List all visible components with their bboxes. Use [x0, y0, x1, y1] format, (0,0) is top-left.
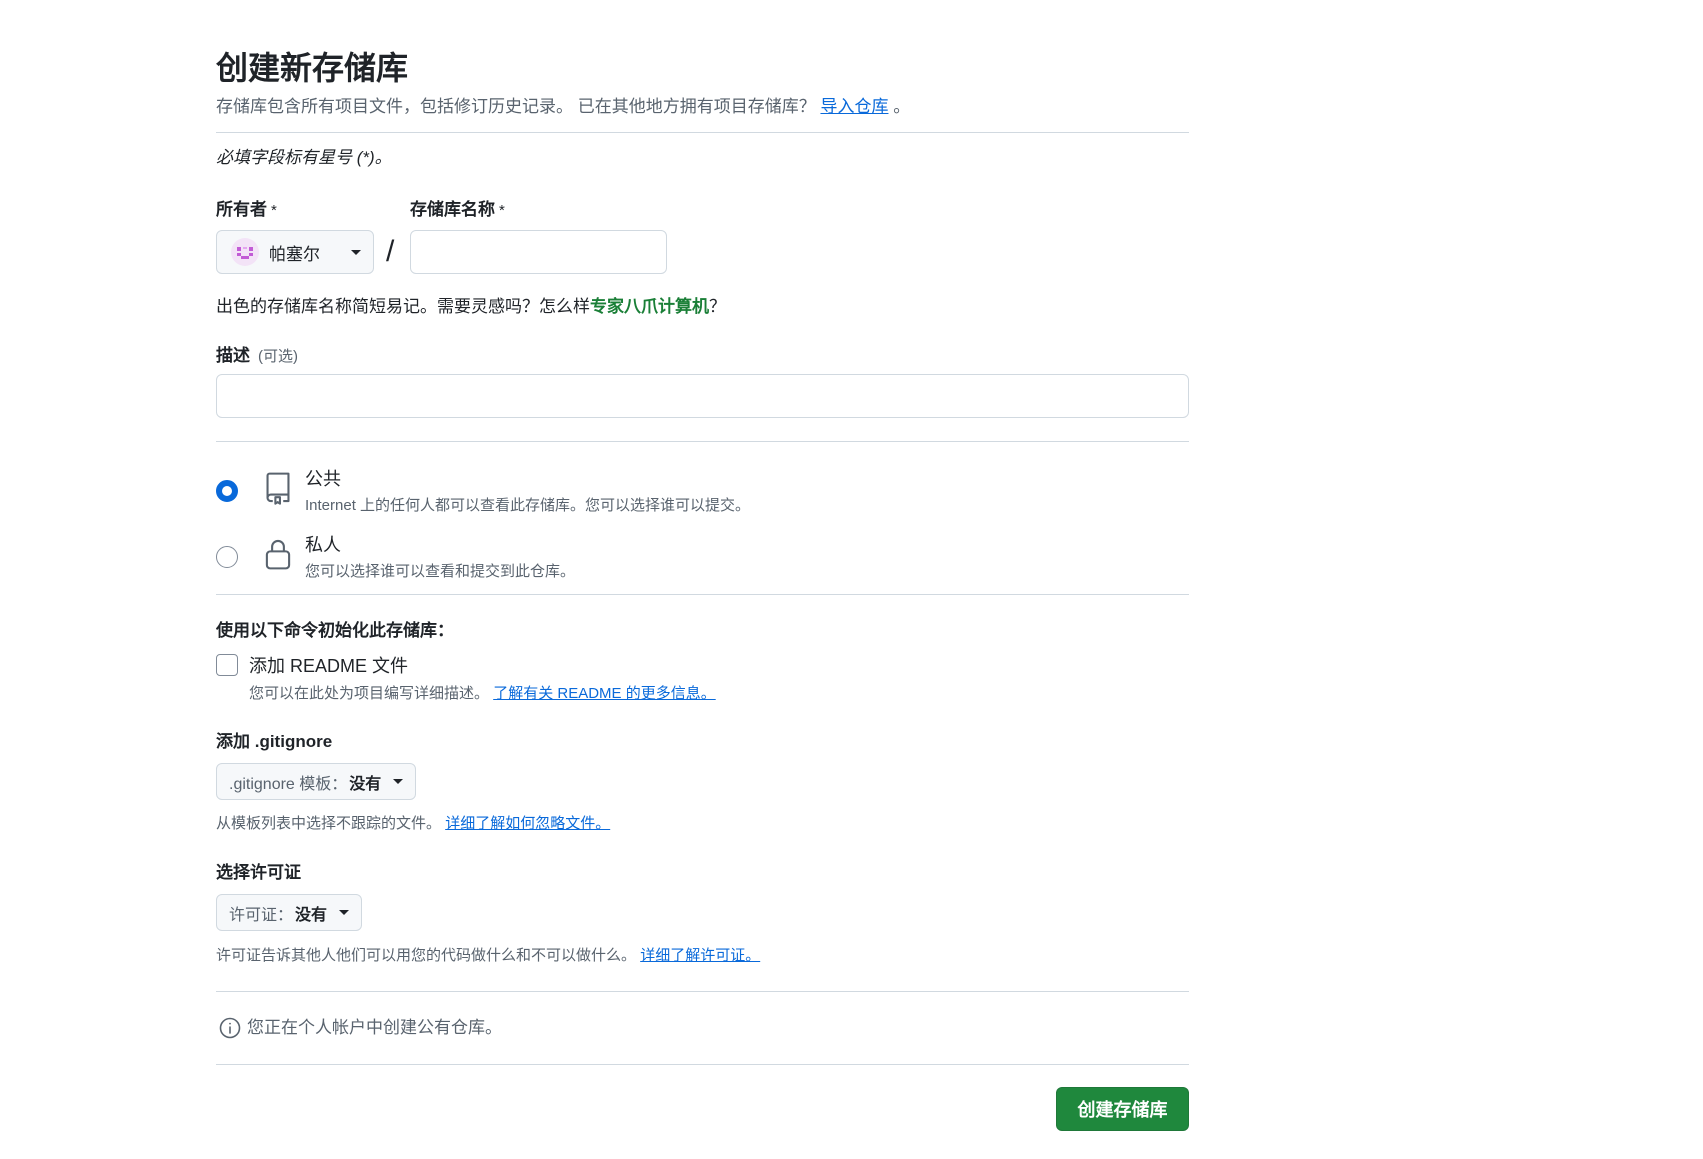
owner-value: 帕塞尔: [269, 244, 320, 264]
init-heading: 使用以下命令初始化此存储库：: [216, 621, 454, 640]
license-help: 许可证告诉其他人他们可以用您的代码做什么和不可以做什么。 详细了解许可证。: [216, 946, 760, 966]
divider: [216, 991, 1189, 992]
subtitle-end: 。: [893, 97, 911, 116]
create-repo-page: 创建新存储库 存储库包含所有项目文件，包括修订历史记录。 已在其他地方拥有项目存…: [0, 0, 1703, 1159]
visibility-private-label[interactable]: 私人: [305, 533, 341, 557]
license-prefix: 许可证：: [229, 906, 294, 924]
notice-text: 您正在个人帐户中创建公有仓库。: [247, 1018, 502, 1037]
gitignore-help-text: 从模板列表中选择不跟踪的文件。: [216, 815, 442, 832]
info-icon: [219, 1017, 241, 1039]
repo-name-hint: 出色的存储库名称简短易记。需要灵感吗？怎么样专家八爪计算机？: [216, 296, 726, 318]
description-label-text: 描述: [216, 346, 250, 365]
chevron-down-icon: [351, 249, 361, 255]
required-star: *: [271, 202, 277, 219]
gitignore-heading: 添加 .gitignore: [216, 732, 333, 751]
page-title: 创建新存储库: [216, 50, 409, 86]
readme-learn-more-link[interactable]: 了解有关 README 的更多信息。: [493, 685, 716, 702]
visibility-public-description: Internet 上的任何人都可以查看此存储库。您可以选择谁可以提交。: [305, 497, 751, 514]
visibility-public-label[interactable]: 公共: [305, 467, 341, 491]
gitignore-template-dropdown[interactable]: .gitignore 模板： 没有: [216, 763, 417, 800]
public-repo-notice: 您正在个人帐户中创建公有仓库。: [219, 1017, 502, 1039]
divider: [216, 132, 1189, 133]
optional-tag: (可选): [258, 348, 298, 365]
license-help-text: 许可证告诉其他人他们可以用您的代码做什么和不可以做什么。: [216, 947, 637, 964]
owner-label-text: 所有者: [216, 200, 267, 219]
license-heading: 选择许可证: [216, 863, 301, 882]
chevron-down-icon: [393, 779, 404, 784]
owner-repo-separator: /: [386, 235, 395, 268]
repo-icon: [266, 472, 290, 505]
readme-help-text: 您可以在此处为项目编写详细描述。: [249, 685, 490, 702]
description-input[interactable]: [216, 374, 1189, 418]
repo-name-label-text: 存储库名称: [410, 200, 495, 219]
hint-text: 出色的存储库名称简短易记。需要灵感吗？怎么样: [216, 297, 590, 316]
lock-icon: [265, 539, 291, 570]
divider: [216, 594, 1189, 595]
hint-end: ？: [709, 297, 726, 316]
add-readme-checkbox[interactable]: [216, 654, 238, 676]
repo-name-input[interactable]: [410, 230, 667, 274]
visibility-public-radio[interactable]: [216, 480, 238, 502]
description-label: 描述 (可选): [216, 345, 298, 368]
divider: [216, 441, 1189, 442]
gitignore-help: 从模板列表中选择不跟踪的文件。 详细了解如何忽略文件。: [216, 814, 610, 834]
divider: [216, 1064, 1189, 1065]
visibility-private-description: 您可以选择谁可以查看和提交到此仓库。: [305, 563, 576, 580]
required-star: *: [499, 202, 505, 219]
repo-name-label: 存储库名称 *: [410, 199, 505, 222]
gitignore-value: 没有: [349, 775, 382, 793]
import-repo-link[interactable]: 导入仓库: [820, 97, 888, 116]
license-dropdown[interactable]: 许可证： 没有: [216, 894, 363, 931]
owner-label: 所有者 *: [216, 199, 277, 222]
license-learn-more-link[interactable]: 详细了解许可证。: [640, 947, 760, 964]
create-repository-button[interactable]: 创建存储库: [1056, 1087, 1189, 1131]
add-readme-label[interactable]: 添加 README 文件: [249, 654, 408, 678]
page-subtitle: 存储库包含所有项目文件，包括修订历史记录。 已在其他地方拥有项目存储库？ 导入仓…: [216, 96, 910, 118]
gitignore-learn-more-link[interactable]: 详细了解如何忽略文件。: [445, 815, 610, 832]
readme-help: 您可以在此处为项目编写详细描述。 了解有关 README 的更多信息。: [249, 684, 716, 704]
pixel-avatar-icon: [231, 238, 259, 266]
gitignore-prefix: .gitignore 模板：: [229, 775, 348, 793]
owner-dropdown[interactable]: 帕塞尔: [216, 230, 374, 274]
subtitle-text: 存储库包含所有项目文件，包括修订历史记录。 已在其他地方拥有项目存储库？: [216, 97, 816, 116]
required-fields-note: 必填字段标有星号 (*)。: [216, 148, 392, 167]
license-value: 没有: [295, 906, 328, 924]
suggested-name[interactable]: 专家八爪计算机: [590, 297, 709, 316]
visibility-private-radio[interactable]: [216, 546, 238, 568]
chevron-down-icon: [339, 910, 350, 915]
